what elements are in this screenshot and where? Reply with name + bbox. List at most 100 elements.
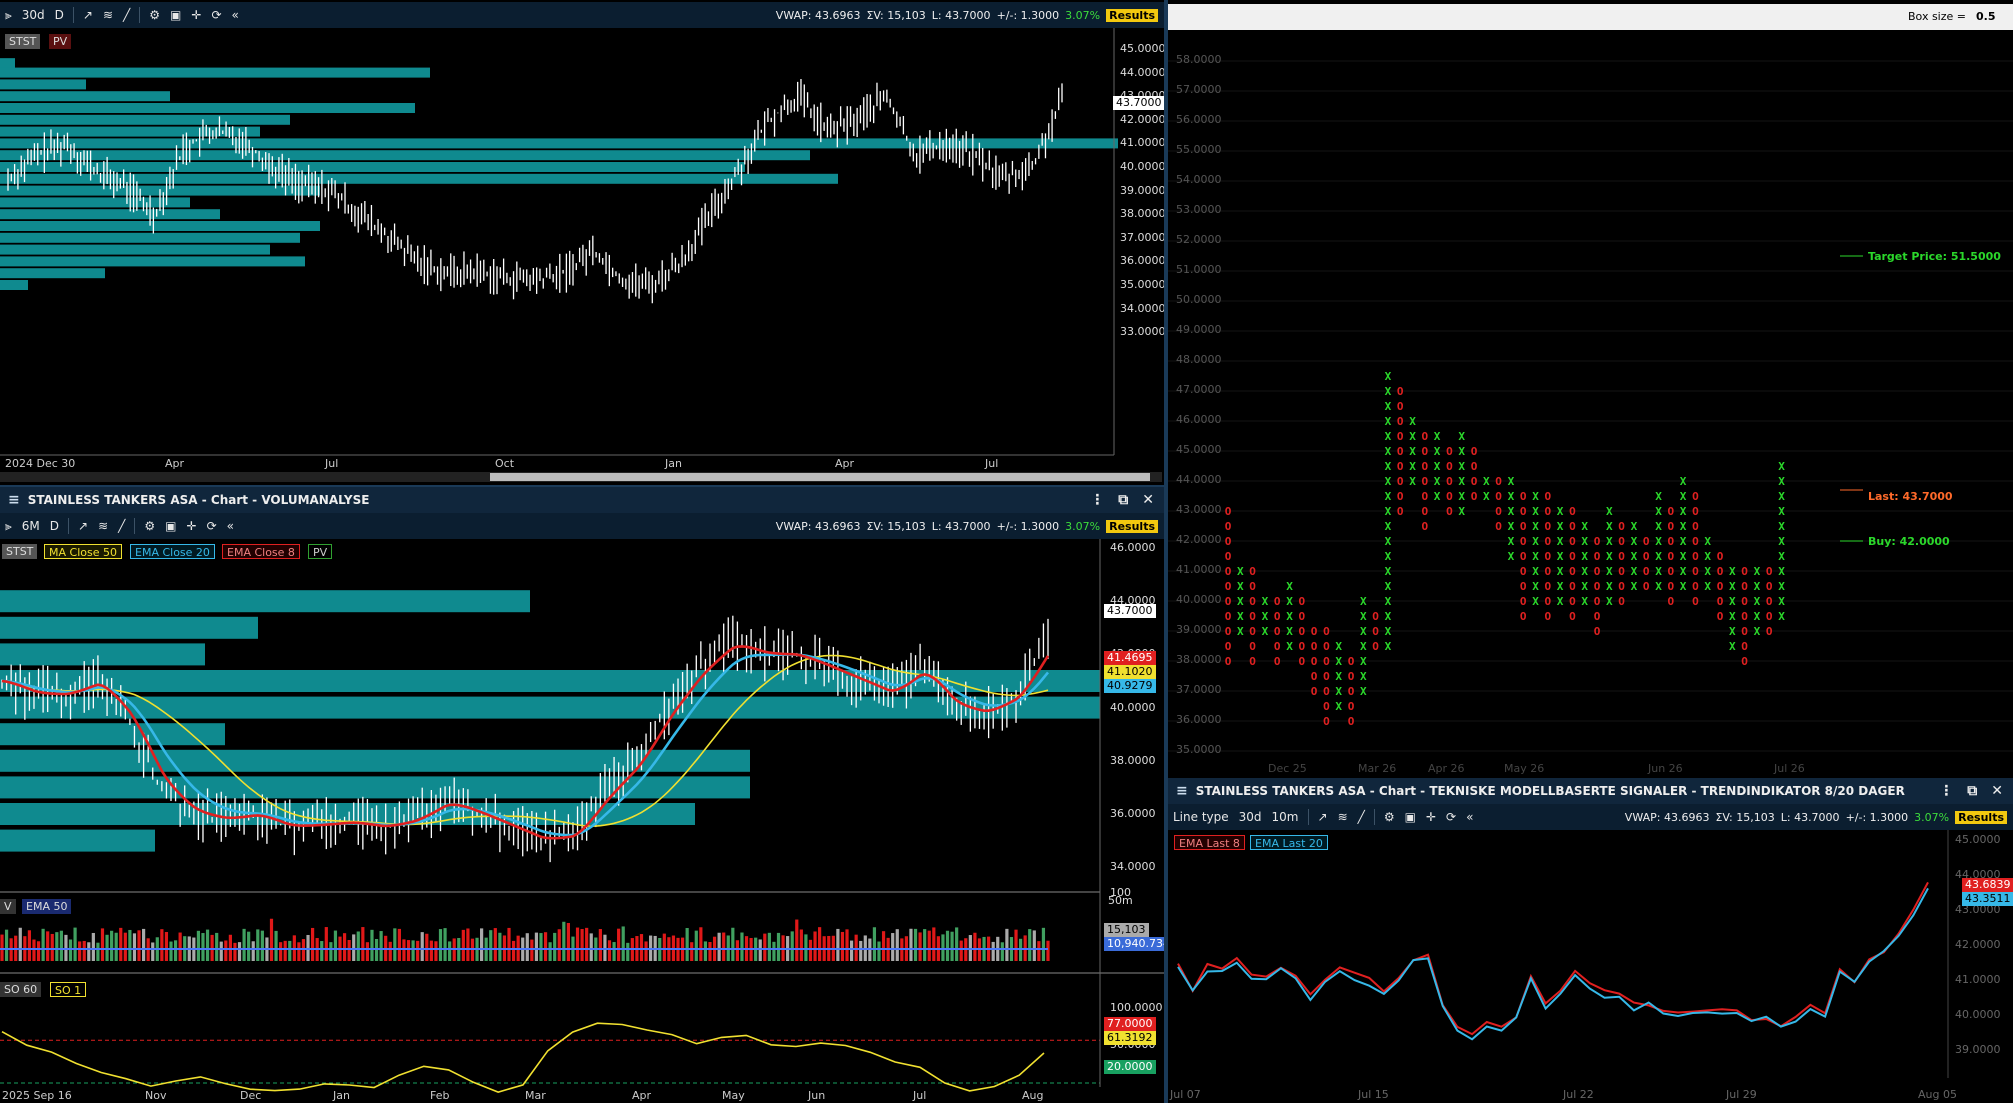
x-tick-0: Jul 07	[1170, 1088, 1201, 1101]
pf-box-o: O	[1274, 625, 1281, 638]
pf-box-o: O	[1446, 475, 1453, 488]
pf-box-x: X	[1680, 535, 1687, 548]
pf-box-o: O	[1520, 580, 1527, 593]
pf-box-x: X	[1631, 520, 1638, 533]
pf-box-x: X	[1458, 445, 1465, 458]
volume-bar	[708, 942, 712, 961]
volume-bar	[448, 941, 452, 961]
volume-bar	[251, 941, 255, 961]
pf-box-o: O	[1249, 595, 1256, 608]
pf-box-o: O	[1421, 445, 1428, 458]
volume-bar	[324, 927, 328, 961]
pf-box-o: O	[1618, 565, 1625, 578]
volume-bar	[105, 934, 109, 961]
volume-bar	[32, 939, 36, 961]
volume-bar	[840, 931, 845, 961]
pf-box-o: O	[1249, 565, 1256, 578]
pf-box-o: O	[1741, 625, 1748, 638]
scrollbar-thumb[interactable]	[490, 473, 1150, 481]
pf-box-o: O	[1397, 490, 1404, 503]
pf-box-x: X	[1385, 400, 1392, 413]
y-tick-9: 36.0000	[1120, 254, 1164, 268]
pf-box-x: X	[1729, 640, 1736, 653]
volume-bar	[489, 930, 493, 961]
volume-bar	[740, 932, 744, 961]
volume-bar	[160, 929, 164, 961]
y-tick-10: 48.0000	[1176, 353, 1222, 366]
indicator-tag-so1[interactable]: SO 1	[50, 982, 87, 997]
pf-box-o: O	[1520, 550, 1527, 563]
profile-bar	[0, 280, 28, 290]
pf-box-o: O	[1643, 580, 1650, 593]
pf-box-x: X	[1631, 565, 1638, 578]
profile-bar	[0, 590, 530, 613]
price-volume-profile-chart[interactable]	[0, 0, 1164, 485]
x-tick-3: Jul 29	[1726, 1088, 1757, 1101]
volume-analysis-chart[interactable]	[0, 487, 1164, 1103]
y-tick-0: 45.0000	[1120, 42, 1164, 55]
volume-bar	[311, 927, 315, 961]
pf-box-o: O	[1692, 595, 1699, 608]
pf-box-x: X	[1385, 610, 1392, 623]
profile-bar	[0, 616, 258, 639]
pf-box-x: X	[1508, 550, 1515, 563]
profile-bar	[0, 67, 430, 78]
volume-bar	[694, 930, 698, 961]
pf-box-x: X	[1729, 580, 1736, 593]
pf-box-o: O	[1298, 640, 1305, 653]
indicator-tag-volume[interactable]: V	[0, 899, 16, 914]
pf-box-x: X	[1729, 610, 1736, 623]
pf-box-o: O	[1446, 505, 1453, 518]
y-tick-11: 47.0000	[1176, 383, 1222, 396]
volume-bar	[854, 934, 858, 961]
indicator-tag-so60[interactable]: SO 60	[0, 982, 42, 997]
pf-box-o: O	[1766, 580, 1773, 593]
pf-box-o: O	[1225, 610, 1232, 623]
pf-box-o: O	[1544, 565, 1551, 578]
indicator-tag-vol-ema50[interactable]: EMA 50	[22, 899, 72, 914]
pf-box-o: O	[1594, 595, 1601, 608]
volume-bar	[443, 928, 447, 961]
volume-bar	[918, 932, 922, 961]
pf-box-o: O	[1594, 625, 1601, 638]
pf-box-o: O	[1446, 460, 1453, 473]
y-tick-11: 34.0000	[1120, 301, 1164, 315]
volume-bar	[699, 927, 703, 961]
pf-box-o: O	[1348, 685, 1355, 698]
y-tick-5: 40.0000	[1955, 1008, 2001, 1021]
pf-box-x: X	[1385, 565, 1392, 578]
pf-box-x: X	[1778, 520, 1785, 533]
panel-divider-vertical[interactable]	[1164, 0, 1168, 1103]
volume-bar	[73, 927, 77, 961]
pf-box-x: X	[1532, 565, 1539, 578]
y-tick-23: 35.0000	[1176, 743, 1222, 756]
pf-box-o: O	[1741, 565, 1748, 578]
pf-box-o: O	[1225, 550, 1232, 563]
so-lower-flag: 20.0000	[1104, 1060, 1156, 1074]
pf-box-o: O	[1520, 490, 1527, 503]
pf-box-x: X	[1360, 625, 1367, 638]
horizontal-scrollbar[interactable]	[0, 472, 1162, 482]
volume-bar	[836, 928, 840, 961]
volume-bar	[342, 933, 347, 961]
profile-bar	[0, 256, 305, 267]
pf-box-x: X	[1655, 565, 1662, 578]
last-price-flag: 43.7000	[1113, 96, 1164, 110]
pf-box-x: X	[1262, 610, 1269, 623]
x-tick-3: May 26	[1504, 762, 1545, 775]
volume-bar	[909, 928, 913, 961]
ema-trend-chart[interactable]	[1168, 778, 2013, 1103]
point-and-figure-chart[interactable]: OOOOOOOOOOOXXXXXOOOOOOOXXXOOOOOXXXXXOOOO…	[1168, 0, 2013, 780]
pf-box-x: X	[1237, 625, 1244, 638]
panel-divider-horizontal[interactable]	[0, 485, 1164, 487]
pf-box-x: X	[1754, 565, 1761, 578]
volume-bar	[923, 929, 927, 961]
pf-box-x: X	[1286, 610, 1293, 623]
x-tick-1: Jul 15	[1358, 1088, 1389, 1101]
pf-box-o: O	[1249, 610, 1256, 623]
volume-bar	[288, 940, 292, 961]
volume-bar	[539, 933, 543, 961]
pf-box-o: O	[1446, 490, 1453, 503]
pf-box-x: X	[1680, 505, 1687, 518]
pf-box-o: O	[1667, 520, 1674, 533]
